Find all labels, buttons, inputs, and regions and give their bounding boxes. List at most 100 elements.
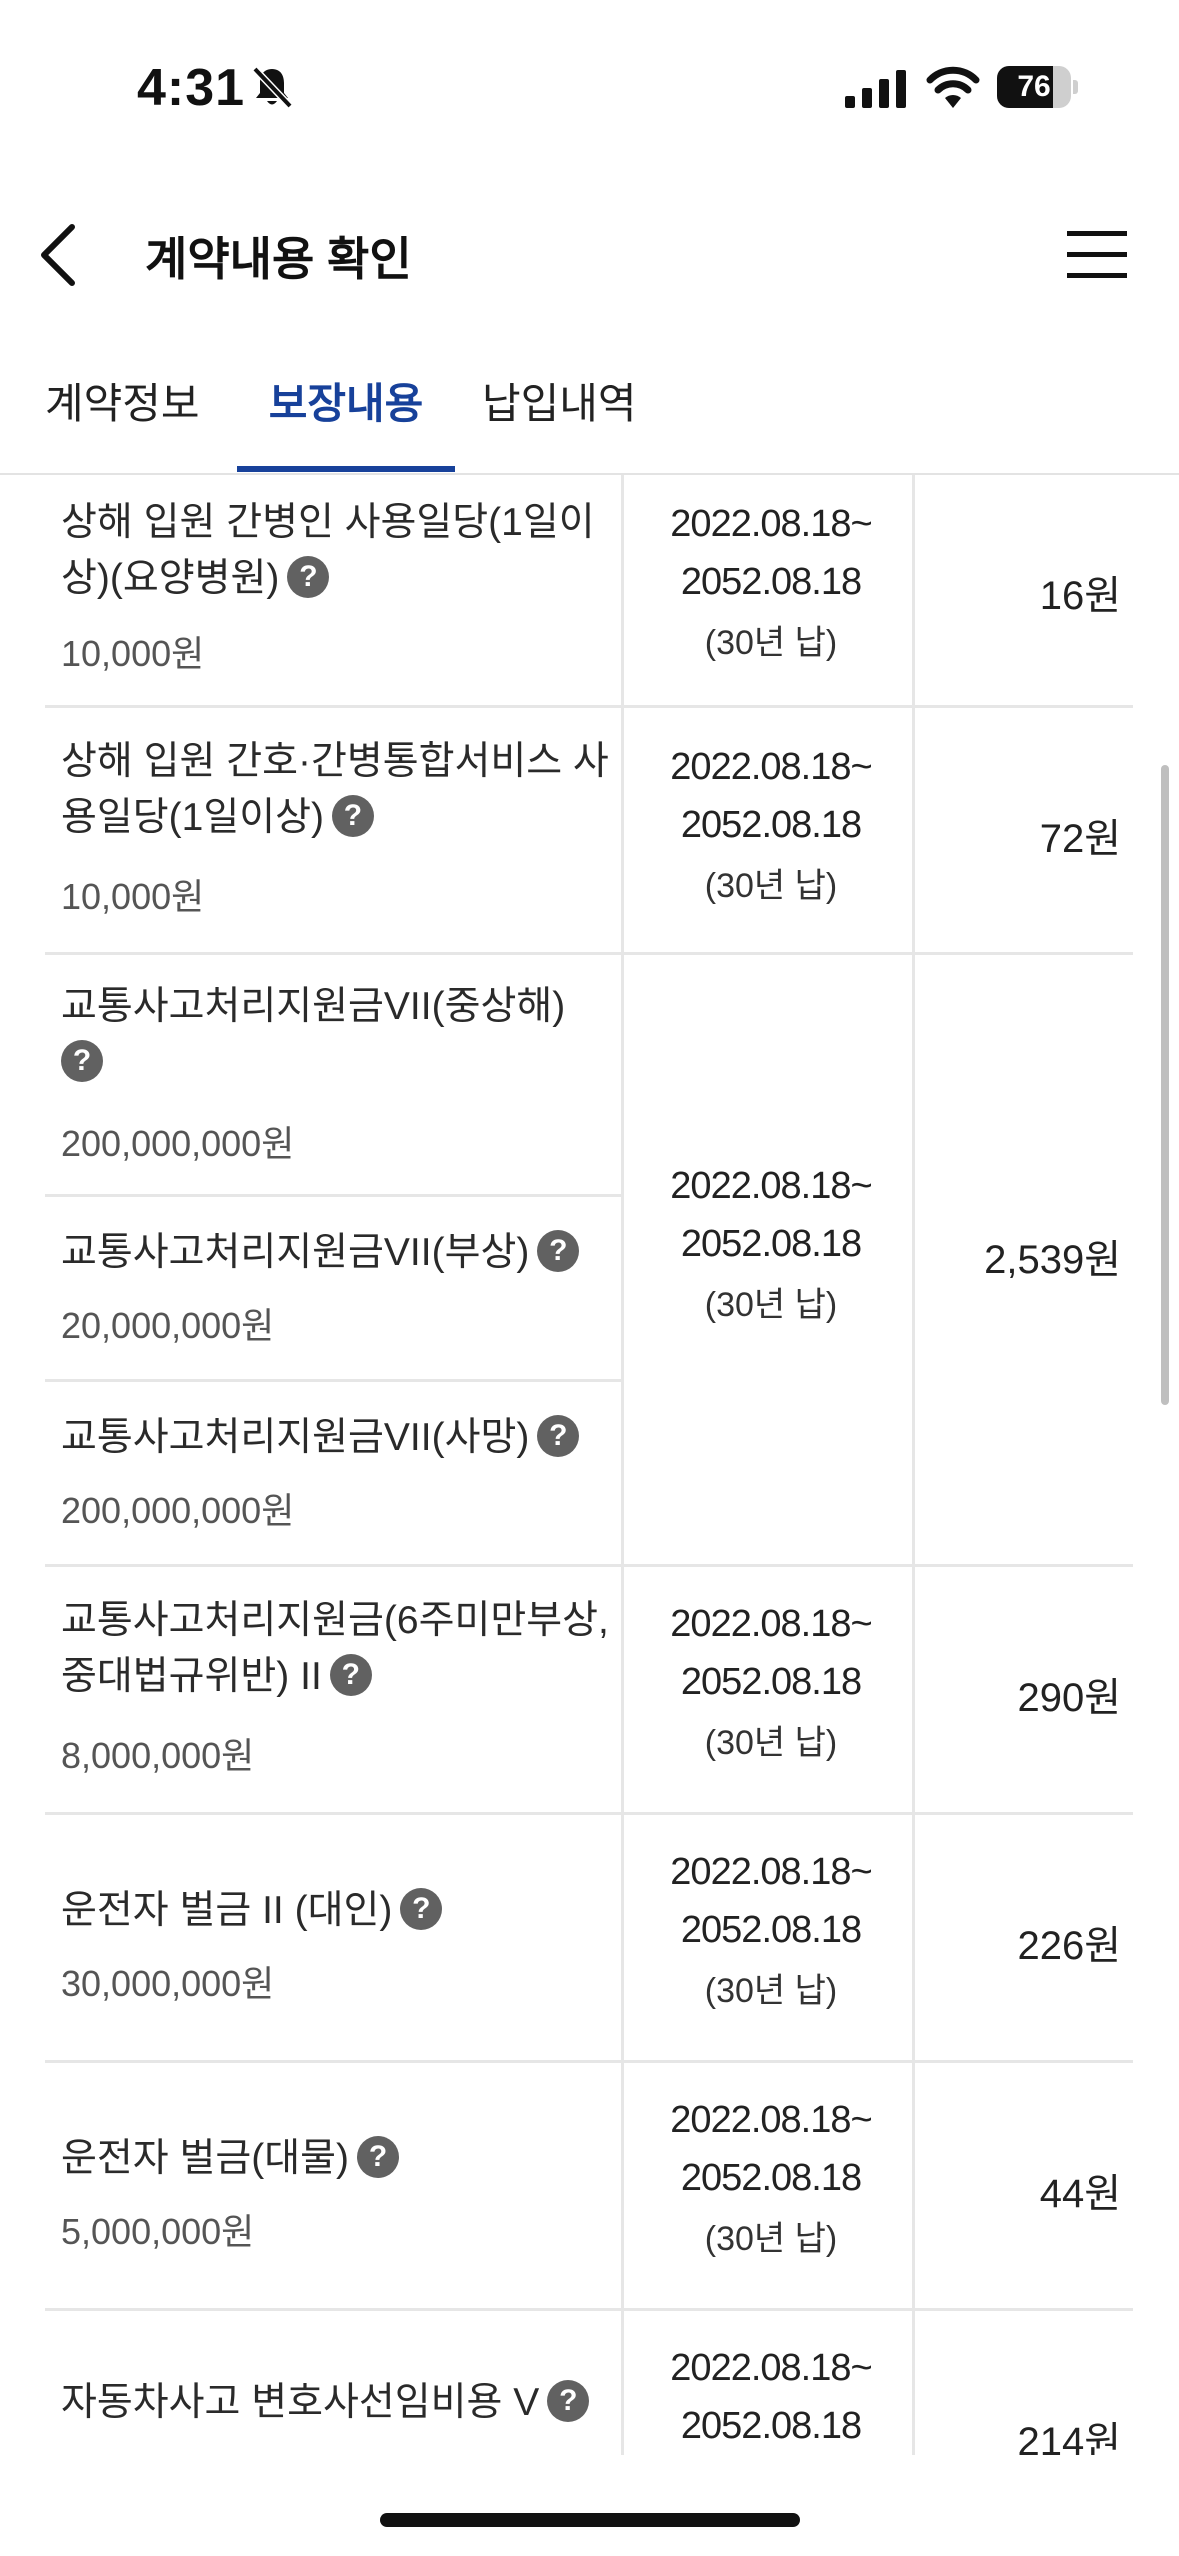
coverage-name-cell: 교통사고처리지원금VII(중상해)? 200,000,000원 교통사고처리지원…	[45, 955, 621, 1564]
help-icon[interactable]: ?	[329, 1653, 372, 1696]
coverage-name-cell: 운전자 벌금(대물)? 5,000,000원	[45, 2063, 621, 2308]
period-end: 2052.08.18	[680, 2157, 862, 2199]
period-start: 2022.08.18~	[670, 746, 872, 788]
coverage-sub-item: 교통사고처리지원금VII(중상해)? 200,000,000원	[45, 955, 621, 1197]
pay-term: (30년 납)	[704, 2220, 838, 2258]
tab-contract-info[interactable]: 계약정보	[45, 370, 200, 470]
coverage-name-cell: 자동차사고 변호사선임비용 V?	[45, 2311, 621, 2455]
help-icon[interactable]: ?	[537, 1414, 580, 1457]
wifi-icon	[926, 66, 980, 108]
help-icon[interactable]: ?	[547, 2379, 590, 2422]
period-end: 2052.08.18	[680, 561, 862, 603]
coverage-amount: 200,000,000원	[61, 1490, 295, 1531]
coverage-amount: 10,000원	[61, 633, 205, 674]
coverage-row: 교통사고처리지원금(6주미만부상, 중대법규위반) II? 8,000,000원…	[45, 1567, 1133, 1815]
home-indicator[interactable]	[380, 2513, 800, 2527]
tab-label: 납입내역	[482, 380, 637, 427]
page-title: 계약내용 확인	[145, 233, 412, 285]
pay-term: (30년 납)	[704, 1972, 838, 2010]
hamburger-menu-icon	[1067, 231, 1127, 278]
menu-button[interactable]	[1065, 225, 1129, 285]
coverage-amount: 8,000,000원	[61, 1735, 255, 1776]
period-end: 2052.08.18	[680, 2405, 862, 2447]
pay-term: (30년 납)	[704, 1286, 838, 1324]
coverage-item-name: 상해 입원 간병인 사용일당(1일이상)(요양병원)?	[61, 501, 595, 600]
coverage-name-cell: 교통사고처리지원금(6주미만부상, 중대법규위반) II? 8,000,000원	[45, 1567, 621, 1812]
coverage-period-cell: 2022.08.18~ 2052.08.18 (30년 납)	[621, 1815, 915, 2060]
coverage-row: 운전자 벌금(대물)? 5,000,000원 2022.08.18~ 2052.…	[45, 2063, 1133, 2311]
period-start: 2022.08.18~	[670, 503, 872, 545]
tab-label: 계약정보	[45, 380, 200, 427]
coverage-period-cell: 2022.08.18~ 2052.08.18 (30년 납)	[621, 708, 915, 952]
premium-value: 44원	[1039, 2172, 1121, 2216]
premium-value: 2,539원	[984, 1238, 1121, 1282]
tab-label: 보장내용	[268, 380, 424, 427]
coverage-period-cell: 2022.08.18~ 2052.08.18 (30년 납)	[621, 2063, 915, 2308]
cellular-signal-icon	[845, 70, 906, 108]
tab-bar: 계약정보 보장내용 납입내역	[0, 350, 1179, 475]
battery-percent: 76	[1017, 70, 1051, 103]
coverage-item-name: 운전자 벌금(대물)?	[61, 2131, 611, 2187]
help-icon[interactable]: ?	[61, 1039, 103, 1082]
coverage-amount: 200,000,000원	[61, 1123, 295, 1164]
period-start: 2022.08.18~	[670, 1603, 872, 1645]
premium-cell: 226원	[915, 1815, 1133, 2060]
coverage-sub-item: 교통사고처리지원금VII(사망)? 200,000,000원	[45, 1382, 621, 1567]
period-end: 2052.08.18	[680, 1661, 862, 1703]
coverage-item-name: 운전자 벌금 II (대인)?	[61, 1883, 611, 1939]
coverage-amount: 30,000,000원	[61, 1963, 275, 2004]
coverage-name-cell: 상해 입원 간병인 사용일당(1일이상)(요양병원)? 10,000원	[45, 475, 621, 705]
coverage-period-cell: 2022.08.18~ 2052.08.18 (30년 납)	[621, 475, 915, 705]
help-icon[interactable]: ?	[331, 794, 374, 837]
coverage-row: 교통사고처리지원금VII(중상해)? 200,000,000원 교통사고처리지원…	[45, 955, 1133, 1567]
coverage-name-cell: 상해 입원 간호·간병통합서비스 사용일당(1일이상)? 10,000원	[45, 708, 621, 952]
premium-cell: 290원	[915, 1567, 1133, 1812]
back-button[interactable]	[30, 215, 100, 295]
coverage-name-cell: 운전자 벌금 II (대인)? 30,000,000원	[45, 1815, 621, 2060]
premium-value: 226원	[1017, 1924, 1121, 1968]
help-icon[interactable]: ?	[400, 1887, 443, 1930]
coverage-amount: 5,000,000원	[61, 2211, 255, 2252]
coverage-item-name: 자동차사고 변호사선임비용 V?	[61, 2375, 611, 2431]
status-time: 4:31	[137, 59, 246, 117]
period-start: 2022.08.18~	[670, 2347, 872, 2389]
chevron-left-icon	[41, 224, 75, 286]
premium-value: 16원	[1039, 574, 1121, 618]
period-end: 2052.08.18	[680, 1223, 862, 1265]
coverage-period-cell: 2022.08.18~ 2052.08.18 (30년 납)	[621, 1567, 915, 1812]
pay-term: (30년 납)	[704, 624, 838, 662]
coverage-item-name: 상해 입원 간호·간병통합서비스 사용일당(1일이상)?	[61, 740, 609, 839]
tab-coverage[interactable]: 보장내용	[237, 370, 455, 472]
coverage-row: 상해 입원 간병인 사용일당(1일이상)(요양병원)? 10,000원 2022…	[45, 475, 1133, 708]
help-icon[interactable]: ?	[537, 1229, 580, 1272]
pay-term: (30년 납)	[704, 867, 838, 905]
app-header: 계약내용 확인	[0, 175, 1179, 335]
period-end: 2052.08.18	[680, 1909, 862, 1951]
coverage-row: 운전자 벌금 II (대인)? 30,000,000원 2022.08.18~ …	[45, 1815, 1133, 2063]
status-bar: 4:31 76	[0, 0, 1179, 175]
premium-cell: 16원	[915, 475, 1133, 705]
premium-value: 72원	[1039, 817, 1121, 861]
premium-cell: 44원	[915, 2063, 1133, 2308]
coverage-sub-item: 교통사고처리지원금VII(부상)? 20,000,000원	[45, 1197, 621, 1382]
pay-term: (30년 납)	[704, 1724, 838, 1762]
coverage-item-name: 교통사고처리지원금VII(부상)?	[61, 1225, 611, 1281]
scroll-indicator[interactable]	[1161, 765, 1169, 1405]
help-icon[interactable]: ?	[356, 2135, 399, 2178]
coverage-amount: 10,000원	[61, 876, 205, 917]
period-start: 2022.08.18~	[670, 1851, 872, 1893]
period-end: 2052.08.18	[680, 804, 862, 846]
period-start: 2022.08.18~	[670, 1165, 872, 1207]
help-icon[interactable]: ?	[287, 555, 330, 598]
coverage-period-cell: 2022.08.18~ 2052.08.18 (30년 납)	[621, 955, 915, 1564]
coverage-item-name: 교통사고처리지원금VII(사망)?	[61, 1410, 611, 1466]
tab-payment-history[interactable]: 납입내역	[482, 370, 637, 470]
coverage-table[interactable]: 상해 입원 간병인 사용일당(1일이상)(요양병원)? 10,000원 2022…	[0, 475, 1179, 2455]
coverage-amount: 20,000,000원	[61, 1305, 275, 1346]
premium-cell: 214원	[915, 2311, 1133, 2455]
premium-value: 214원	[1017, 2420, 1121, 2455]
premium-cell: 2,539원	[915, 955, 1133, 1564]
active-tab-indicator	[237, 466, 455, 472]
period-start: 2022.08.18~	[670, 2099, 872, 2141]
coverage-row: 자동차사고 변호사선임비용 V? 2022.08.18~ 2052.08.18 …	[45, 2311, 1133, 2455]
